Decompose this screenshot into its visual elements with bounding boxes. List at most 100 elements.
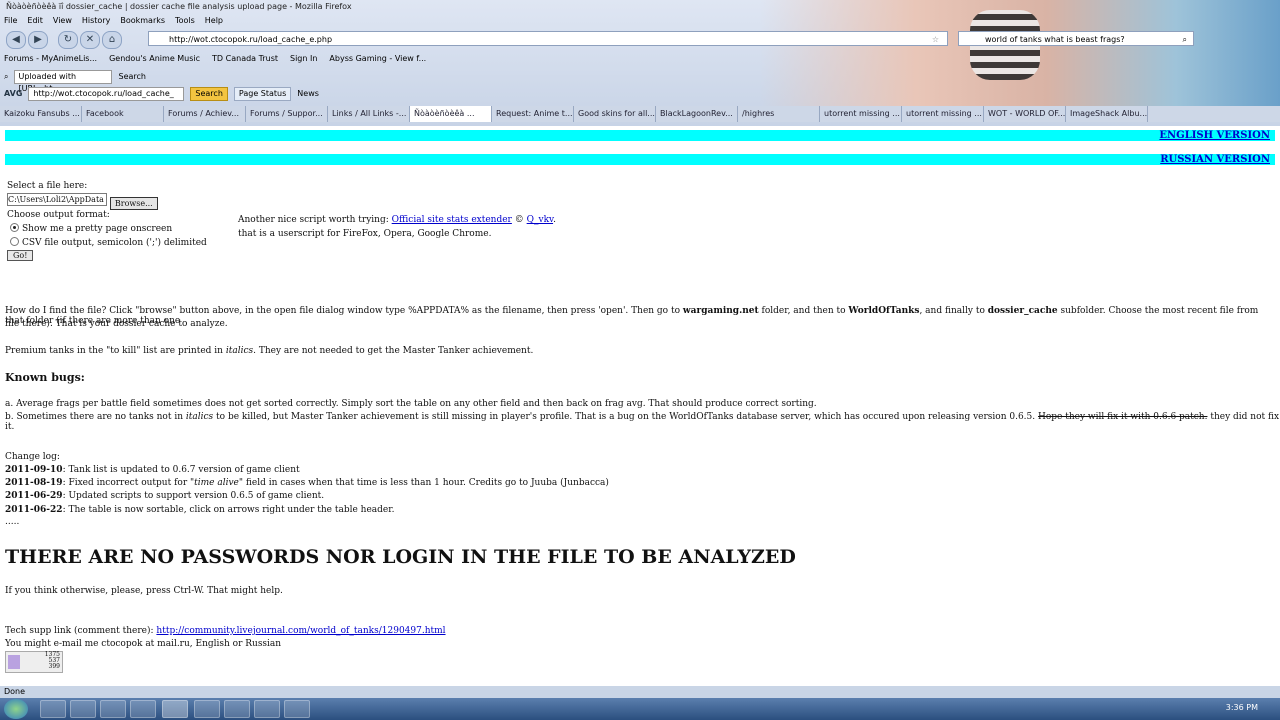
howto-line2: file there). That is your dossier cache … (5, 319, 228, 329)
changelog-text: : The table is now sortable, click on ar… (62, 505, 395, 515)
taskbar-app[interactable] (100, 700, 126, 718)
back-icon[interactable]: ◀ (6, 31, 26, 49)
bookmark-star-icon[interactable]: ☆ (932, 32, 939, 47)
search-icon[interactable]: ⌕ (1183, 32, 1187, 47)
reload-icon[interactable]: ↻ (58, 31, 78, 49)
bookmark-item[interactable]: Forums - MyAnimeLis... (4, 52, 97, 66)
menu-file[interactable]: File (4, 15, 17, 27)
avg-search-input[interactable]: http://wot.ctocopok.ru/load_cache_ (28, 87, 185, 101)
taskbar-app[interactable] (194, 700, 220, 718)
taskbar-app[interactable] (254, 700, 280, 718)
script-link[interactable]: Official site stats extender (392, 215, 512, 225)
tab[interactable]: Request: Anime t... (492, 106, 574, 122)
tab[interactable]: /highres (738, 106, 820, 122)
bookmark-item[interactable]: Abyss Gaming - View f... (329, 52, 426, 66)
bookmarks-bar: Forums - MyAnimeLis... Gendou's Anime Mu… (0, 52, 426, 66)
go-button[interactable]: Go! (7, 250, 34, 261)
url-input[interactable]: http://wot.ctocopok.ru/load_cache_e.php … (148, 31, 948, 46)
status-text: Done (4, 687, 26, 696)
browse-button[interactable]: Browse... (109, 197, 158, 210)
page-status-button[interactable]: Page Status (233, 87, 292, 101)
bug-b: b. Sometimes there are no tanks not in i… (5, 412, 1280, 432)
author-link[interactable]: Q_vkv (527, 215, 553, 225)
tab[interactable]: WOT - WORLD OF... (984, 106, 1066, 122)
russian-version-link[interactable]: RUSSIAN VERSION (1160, 154, 1270, 165)
changelog-text: : Tank list is updated to 0.6.7 version … (62, 465, 300, 475)
taskbar-app[interactable] (130, 700, 156, 718)
menu-bookmarks[interactable]: Bookmarks (120, 15, 165, 27)
tab[interactable]: Forums / Suppor... (246, 106, 328, 122)
visitor-counter[interactable]: 1375 537 399 (5, 651, 63, 676)
changelog-italic: time alive (194, 478, 239, 488)
menu-help[interactable]: Help (205, 15, 223, 27)
tab-strip: Kaizoku Fansubs ... Facebook Forums / Ac… (0, 106, 1280, 122)
url-text: http://wot.ctocopok.ru/load_cache_e.php (169, 35, 333, 44)
taskbar-app-firefox[interactable] (162, 700, 188, 718)
tab[interactable]: Facebook (82, 106, 164, 122)
start-button[interactable] (4, 699, 28, 719)
navigation-bar: ◀ ▶ ↻ ✕ ⌂ http://wot.ctocopok.ru/load_ca… (0, 28, 1280, 50)
changelog-date: 2011-06-29 (5, 491, 63, 501)
file-path-input[interactable]: C:\Users\Loli2\AppData (7, 193, 107, 206)
radio-csv[interactable] (10, 237, 19, 246)
bug-b-text: to be killed, but Master Tanker achievem… (216, 412, 1036, 422)
changelog-entry: 2011-09-10: Tank list is updated to 0.6.… (5, 465, 300, 475)
premium-note: Premium tanks in the "to kill" list are … (5, 346, 533, 356)
tab[interactable]: ImageShack Albu... (1066, 106, 1148, 122)
changelog-text: : Fixed incorrect output for " (62, 478, 195, 488)
counter-numbers: 1375 537 399 (45, 652, 60, 670)
tab[interactable]: Kaizoku Fansubs ... (0, 106, 82, 122)
bookmark-item[interactable]: TD Canada Trust (212, 52, 278, 66)
taskbar-app-explorer[interactable] (40, 700, 66, 718)
menu-tools[interactable]: Tools (175, 15, 195, 27)
tech-label: Tech supp link (comment there): (5, 626, 154, 636)
tab[interactable]: utorrent missing ... (820, 106, 902, 122)
counter-badge[interactable]: 1375 537 399 (5, 651, 63, 673)
option-csv[interactable]: CSV file output, semicolon (';') delimit… (10, 237, 207, 248)
status-bar: Done (0, 686, 1280, 698)
tab[interactable]: BlackLagoonRev... (656, 106, 738, 122)
select-file-label: Select a file here: (7, 181, 88, 191)
taskbar-app[interactable] (284, 700, 310, 718)
changelog-dots: ..... (5, 517, 20, 527)
magnifier-icon[interactable]: ⌕ (4, 69, 8, 85)
tab[interactable]: utorrent missing ... (902, 106, 984, 122)
window-title: Ñòàòèñòèêà ïî dossier_cache | dossier ca… (6, 2, 352, 11)
premium-text: Premium tanks in the "to kill" list are … (5, 346, 223, 356)
menu-edit[interactable]: Edit (27, 15, 43, 27)
bug-b-text: b. Sometimes there are no tanks not in (5, 412, 184, 422)
tab[interactable]: Links / All Links -... (328, 106, 410, 122)
option-pretty[interactable]: Show me a pretty page onscreen (10, 223, 172, 234)
output-format-label: Choose output format: (7, 210, 110, 220)
tech-support: Tech supp link (comment there): http://c… (5, 626, 446, 636)
search-input[interactable]: world of tanks what is beast frags? ⌕ (958, 31, 1194, 46)
persona-theme-art (760, 0, 1280, 106)
bookmark-item[interactable]: Gendou's Anime Music (109, 52, 200, 66)
stop-icon[interactable]: ✕ (80, 31, 100, 49)
bookmark-item[interactable]: Sign In (290, 52, 317, 66)
avg-search-button[interactable]: Search (190, 87, 228, 101)
tab[interactable]: Good skins for all... (574, 106, 656, 122)
tab[interactable]: Forums / Achiev... (164, 106, 246, 122)
menu-history[interactable]: History (82, 15, 110, 27)
tab-active[interactable]: Ñòàòèñòèêà ... (410, 106, 492, 122)
radio-pretty[interactable] (10, 223, 19, 232)
home-icon[interactable]: ⌂ (102, 31, 122, 49)
news-button[interactable]: News (297, 86, 319, 102)
toolbar-search-button[interactable]: Search (118, 69, 145, 85)
taskbar-clock[interactable]: 3:36 PM (1226, 703, 1258, 712)
counter-value: 399 (48, 663, 60, 670)
english-version-link[interactable]: ENGLISH VERSION (1159, 130, 1270, 141)
changelog-entry: 2011-08-19: Fixed incorrect output for "… (5, 478, 609, 488)
taskbar-app[interactable] (70, 700, 96, 718)
russian-banner: RUSSIAN VERSION (5, 154, 1275, 165)
forward-icon[interactable]: ▶ (28, 31, 48, 49)
tech-link[interactable]: http://community.livejournal.com/world_o… (156, 626, 445, 636)
changelog-date: 2011-06-22 (5, 505, 63, 515)
howto-bold: wargaming.net (682, 306, 759, 316)
email-line: You might e-mail me ctocopok at mail.ru,… (5, 639, 282, 649)
upload-select[interactable]: Uploaded with [URL=ht (14, 70, 113, 93)
changelog-entry: 2011-06-29: Updated scripts to support v… (5, 491, 324, 501)
menu-view[interactable]: View (53, 15, 72, 27)
taskbar-app[interactable] (224, 700, 250, 718)
